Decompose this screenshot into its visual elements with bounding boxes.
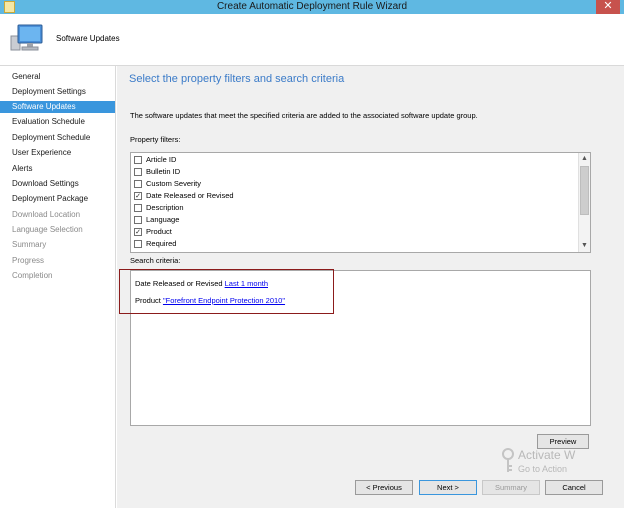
custom-severity-checkbox[interactable]	[134, 180, 142, 188]
nav-item-evaluation-schedule[interactable]: Evaluation Schedule	[0, 116, 115, 128]
annotation-highlight-box	[119, 269, 334, 314]
nav-item-user-experience[interactable]: User Experience	[0, 147, 115, 159]
summary-button: Summary	[482, 480, 540, 495]
key-icon	[502, 448, 514, 472]
filter-label: Description	[146, 203, 184, 212]
search-criteria-label: Search criteria:	[130, 256, 181, 265]
language-checkbox[interactable]	[134, 216, 142, 224]
nav-item-alerts[interactable]: Alerts	[0, 163, 115, 175]
wizard-header: Software Updates	[0, 14, 624, 66]
watermark-subtitle: Go to Action	[518, 464, 568, 474]
previous-button[interactable]: < Previous	[355, 480, 413, 495]
scroll-up-icon[interactable]: ▲	[579, 154, 590, 164]
close-button[interactable]: ✕	[596, 0, 620, 14]
filter-label: Date Released or Revised	[146, 191, 234, 200]
nav-item-summary: Summary	[12, 240, 47, 249]
scroll-thumb[interactable]	[580, 166, 589, 215]
cancel-button[interactable]: Cancel	[545, 480, 603, 495]
article-id-checkbox[interactable]	[134, 156, 142, 164]
preview-button[interactable]: Preview	[537, 434, 589, 449]
wizard-content: Select the property filters and search c…	[117, 66, 624, 508]
property-filters-list[interactable]: Article ID Bulletin ID Custom Severity ✓…	[130, 152, 591, 253]
activation-watermark: Activate W Go to Action	[518, 448, 575, 474]
nav-item-completion: Completion	[12, 271, 53, 280]
nav-item-language-selection: Language Selection	[12, 225, 83, 234]
date-released-checkbox[interactable]: ✓	[134, 192, 142, 200]
filter-label: Article ID	[146, 155, 177, 164]
watermark-title: Activate W	[518, 448, 576, 462]
computer-monitor-icon	[10, 24, 43, 51]
nav-item-download-settings[interactable]: Download Settings	[0, 178, 115, 190]
nav-item-deployment-settings[interactable]: Deployment Settings	[0, 86, 115, 98]
nav-item-progress: Progress	[12, 256, 45, 265]
filters-scrollbar[interactable]: ▲ ▼	[578, 153, 590, 252]
property-filters-label: Property filters:	[130, 135, 181, 144]
nav-item-deployment-schedule[interactable]: Deployment Schedule	[0, 132, 115, 144]
page-title: Select the property filters and search c…	[129, 73, 345, 85]
next-button[interactable]: Next >	[419, 480, 477, 495]
product-checkbox[interactable]: ✓	[134, 228, 142, 236]
nav-item-deployment-package[interactable]: Deployment Package	[0, 193, 115, 205]
page-description: The software updates that meet the speci…	[130, 111, 478, 120]
description-checkbox[interactable]	[134, 204, 142, 212]
title-bar: Create Automatic Deployment Rule Wizard …	[0, 0, 624, 14]
filter-label: Required	[146, 239, 177, 248]
window-title: Create Automatic Deployment Rule Wizard	[216, 1, 408, 12]
filter-label: Bulletin ID	[146, 167, 181, 176]
filter-label: Product	[146, 227, 172, 236]
filter-label: Language	[146, 215, 180, 224]
filter-label: Custom Severity	[146, 179, 202, 188]
nav-item-download-location: Download Location	[12, 210, 81, 219]
nav-item-general[interactable]: General	[0, 71, 115, 83]
nav-item-software-updates[interactable]: Software Updates	[0, 101, 115, 113]
wizard-steps-nav: General Deployment Settings Software Upd…	[0, 66, 116, 508]
bulletin-id-checkbox[interactable]	[134, 168, 142, 176]
scroll-down-icon[interactable]: ▼	[579, 241, 590, 251]
banner-title: Software Updates	[56, 34, 120, 43]
required-checkbox[interactable]	[134, 240, 142, 248]
